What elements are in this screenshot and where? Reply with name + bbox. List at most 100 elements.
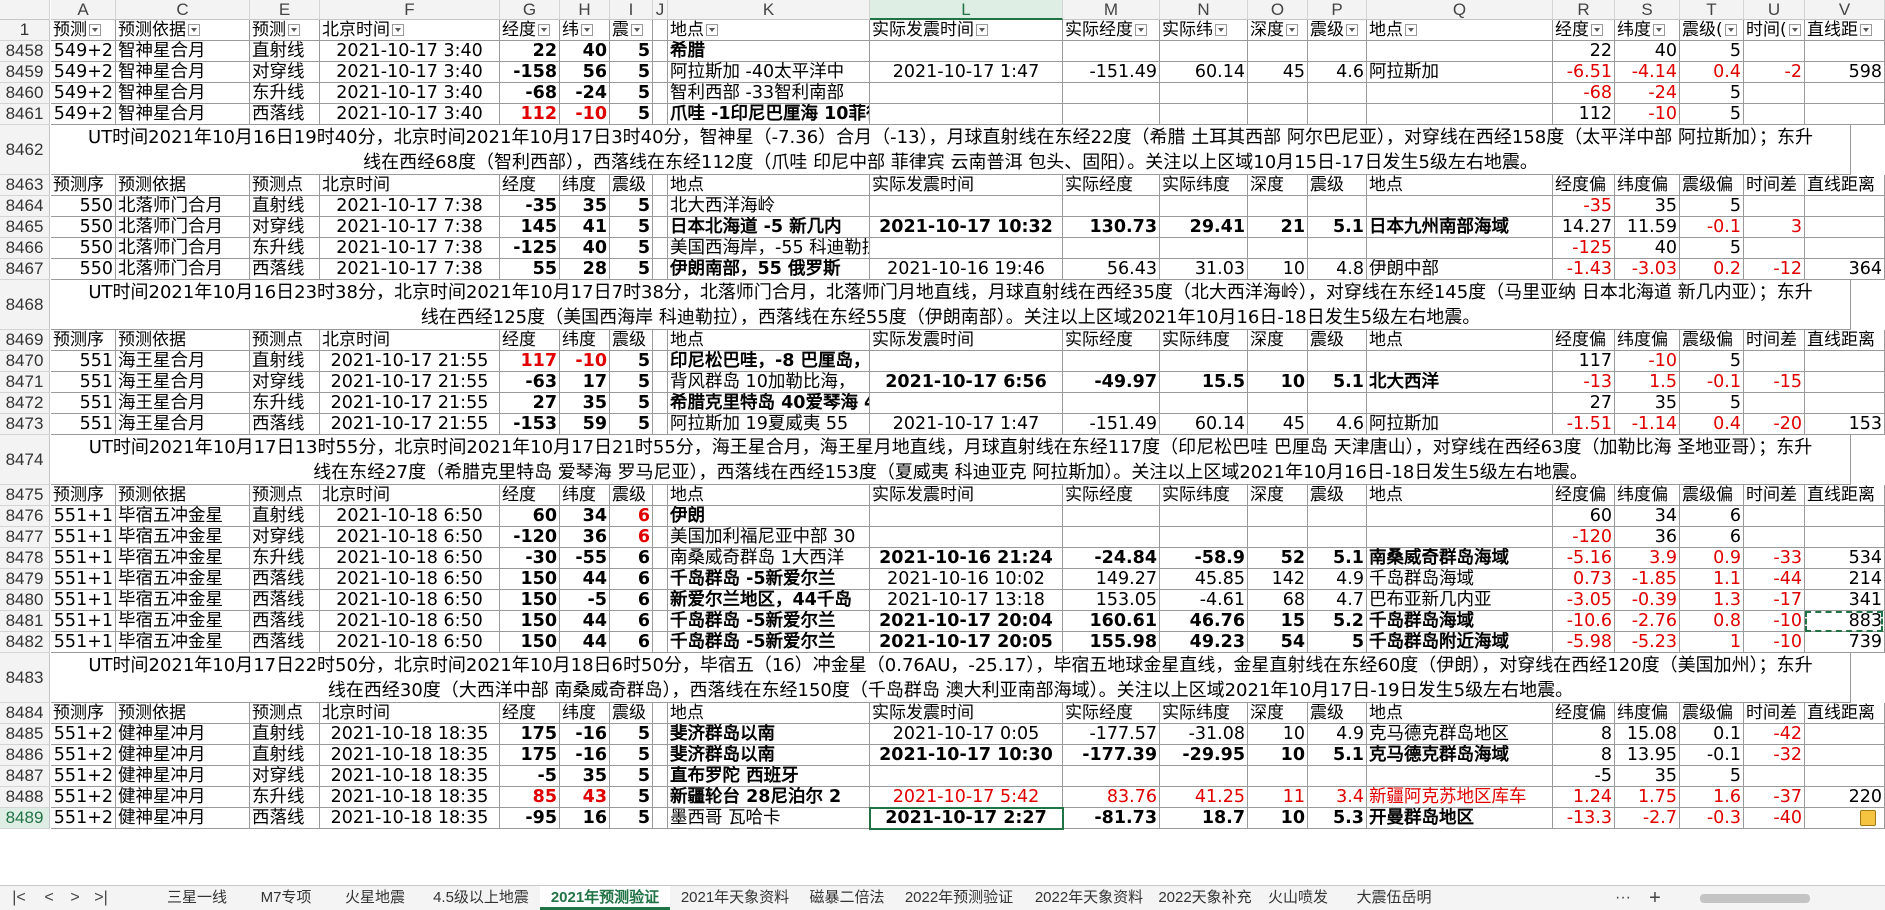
cell-u-8472[interactable] [1744,393,1805,414]
cell-a-8485[interactable]: 551+2 [51,724,116,745]
cell-m-8484[interactable]: 实际经度 [1063,703,1160,724]
cell-h-8487[interactable]: 35 [560,766,610,787]
cell-i-8488[interactable]: 5 [610,787,653,808]
cell-j-8473[interactable] [653,414,668,435]
cell-g-8479[interactable]: 150 [500,569,560,590]
cell-c-8473[interactable]: 海王星合月 [116,414,250,435]
cell-n-1[interactable]: 实际纬 [1160,20,1248,41]
cell-i-8475[interactable]: 震级 [610,485,653,506]
cell-v-8466[interactable] [1805,238,1885,259]
cell-s-8465[interactable]: 11.59 [1615,217,1680,238]
cell-s-8458[interactable]: 40 [1615,41,1680,62]
column-header-u[interactable]: U [1744,0,1805,20]
merged-note-cell[interactable]: UT时间2021年10月17日22时50分，北京时间2021年10月18日6时5… [51,653,1851,703]
cell-a-8486[interactable]: 551+2 [51,745,116,766]
cell-r-8479[interactable]: 0.73 [1553,569,1615,590]
cell-e-8481[interactable]: 西落线 [250,611,320,632]
cell-k-8485[interactable]: 斐济群岛以南 [668,724,870,745]
cell-u-8460[interactable] [1744,83,1805,104]
filter-dropdown-icon[interactable] [976,24,988,36]
cell-l-8470[interactable] [870,351,1063,372]
cell-g-1[interactable]: 经度 [500,20,560,41]
cell-j-8465[interactable] [653,217,668,238]
prev-sheet-button[interactable]: < [38,888,60,908]
cell-s-8479[interactable]: -1.85 [1615,569,1680,590]
cell-h-8467[interactable]: 28 [560,259,610,280]
cell-q-8472[interactable] [1367,393,1553,414]
cell-s-8484[interactable]: 纬度偏 [1615,703,1680,724]
merged-note-cell[interactable]: UT时间2021年10月17日13时55分，北京时间2021年10月17日21时… [51,435,1851,485]
cell-t-8476[interactable]: 6 [1680,506,1744,527]
cell-c-8466[interactable]: 北落师门合月 [116,238,250,259]
cell-n-8482[interactable]: 49.23 [1160,632,1248,653]
cell-s-8475[interactable]: 纬度偏 [1615,485,1680,506]
cell-g-8482[interactable]: 150 [500,632,560,653]
cell-o-8480[interactable]: 68 [1248,590,1308,611]
cell-f-8486[interactable]: 2021-10-18 18:35 [320,745,500,766]
cell-a-8461[interactable]: 549+2 [51,104,116,125]
sheet-tab-7[interactable]: 磁暴二倍法 [800,886,894,910]
cell-q-8477[interactable] [1367,527,1553,548]
cell-o-8470[interactable] [1248,351,1308,372]
cell-g-8473[interactable]: -153 [500,414,560,435]
cell-r-8485[interactable]: 8 [1553,724,1615,745]
cell-s-8472[interactable]: 35 [1615,393,1680,414]
cell-i-8471[interactable]: 5 [610,372,653,393]
cell-p-8458[interactable] [1308,41,1367,62]
cell-u-8470[interactable] [1744,351,1805,372]
last-sheet-button[interactable]: >| [90,888,112,908]
cell-f-8471[interactable]: 2021-10-17 21:55 [320,372,500,393]
next-sheet-button[interactable]: > [64,888,86,908]
cell-g-8488[interactable]: 85 [500,787,560,808]
cell-h-8470[interactable]: -10 [560,351,610,372]
cell-i-8480[interactable]: 6 [610,590,653,611]
cell-s-8471[interactable]: 1.5 [1615,372,1680,393]
cell-v-8463[interactable]: 直线距离 [1805,175,1885,196]
cell-p-8471[interactable]: 5.1 [1308,372,1367,393]
cell-f-8467[interactable]: 2021-10-17 7:38 [320,259,500,280]
cell-r-8471[interactable]: -13 [1553,372,1615,393]
cell-j-8458[interactable] [653,41,668,62]
cell-f-8475[interactable]: 北京时间 [320,485,500,506]
cell-f-8484[interactable]: 北京时间 [320,703,500,724]
cell-r-8460[interactable]: -68 [1553,83,1615,104]
cell-j-8467[interactable] [653,259,668,280]
cell-o-8459[interactable]: 45 [1248,62,1308,83]
cell-e-8485[interactable]: 直射线 [250,724,320,745]
cell-v-8470[interactable] [1805,351,1885,372]
cell-p-8473[interactable]: 4.6 [1308,414,1367,435]
cell-e-8479[interactable]: 西落线 [250,569,320,590]
cell-p-8460[interactable] [1308,83,1367,104]
cell-n-8477[interactable] [1160,527,1248,548]
cell-c-8467[interactable]: 北落师门合月 [116,259,250,280]
cell-c-8475[interactable]: 预测依据 [116,485,250,506]
cell-q-8467[interactable]: 伊朗中部 [1367,259,1553,280]
cell-l-8486[interactable]: 2021-10-17 10:30 [870,745,1063,766]
cell-a-8459[interactable]: 549+2 [51,62,116,83]
filter-dropdown-icon[interactable] [1653,24,1665,36]
column-header-f[interactable]: F [320,0,500,20]
cell-l-8476[interactable] [870,506,1063,527]
cell-n-8488[interactable]: 41.25 [1160,787,1248,808]
cell-p-8486[interactable]: 5.1 [1308,745,1367,766]
cell-g-8472[interactable]: 27 [500,393,560,414]
cell-q-8478[interactable]: 南桑威奇群岛海域 [1367,548,1553,569]
cell-q-8458[interactable] [1367,41,1553,62]
cell-t-8465[interactable]: -0.1 [1680,217,1744,238]
cell-m-8463[interactable]: 实际经度 [1063,175,1160,196]
cell-s-8470[interactable]: -10 [1615,351,1680,372]
cell-i-8470[interactable]: 5 [610,351,653,372]
row-header-8474[interactable]: 8474 [0,435,50,485]
cell-h-8460[interactable]: -24 [560,83,610,104]
cell-f-8473[interactable]: 2021-10-17 21:55 [320,414,500,435]
cell-h-8488[interactable]: 43 [560,787,610,808]
cell-h-8459[interactable]: 56 [560,62,610,83]
cell-k-8470[interactable]: 印尼松巴哇，-8 巴厘岛，40天津唐山， [668,351,870,372]
cell-m-8471[interactable]: -49.97 [1063,372,1160,393]
cell-v-8461[interactable] [1805,104,1885,125]
cell-o-8477[interactable] [1248,527,1308,548]
cell-s-8464[interactable]: 35 [1615,196,1680,217]
cell-n-8465[interactable]: 29.41 [1160,217,1248,238]
cell-n-8484[interactable]: 实际纬度 [1160,703,1248,724]
cell-m-8459[interactable]: -151.49 [1063,62,1160,83]
